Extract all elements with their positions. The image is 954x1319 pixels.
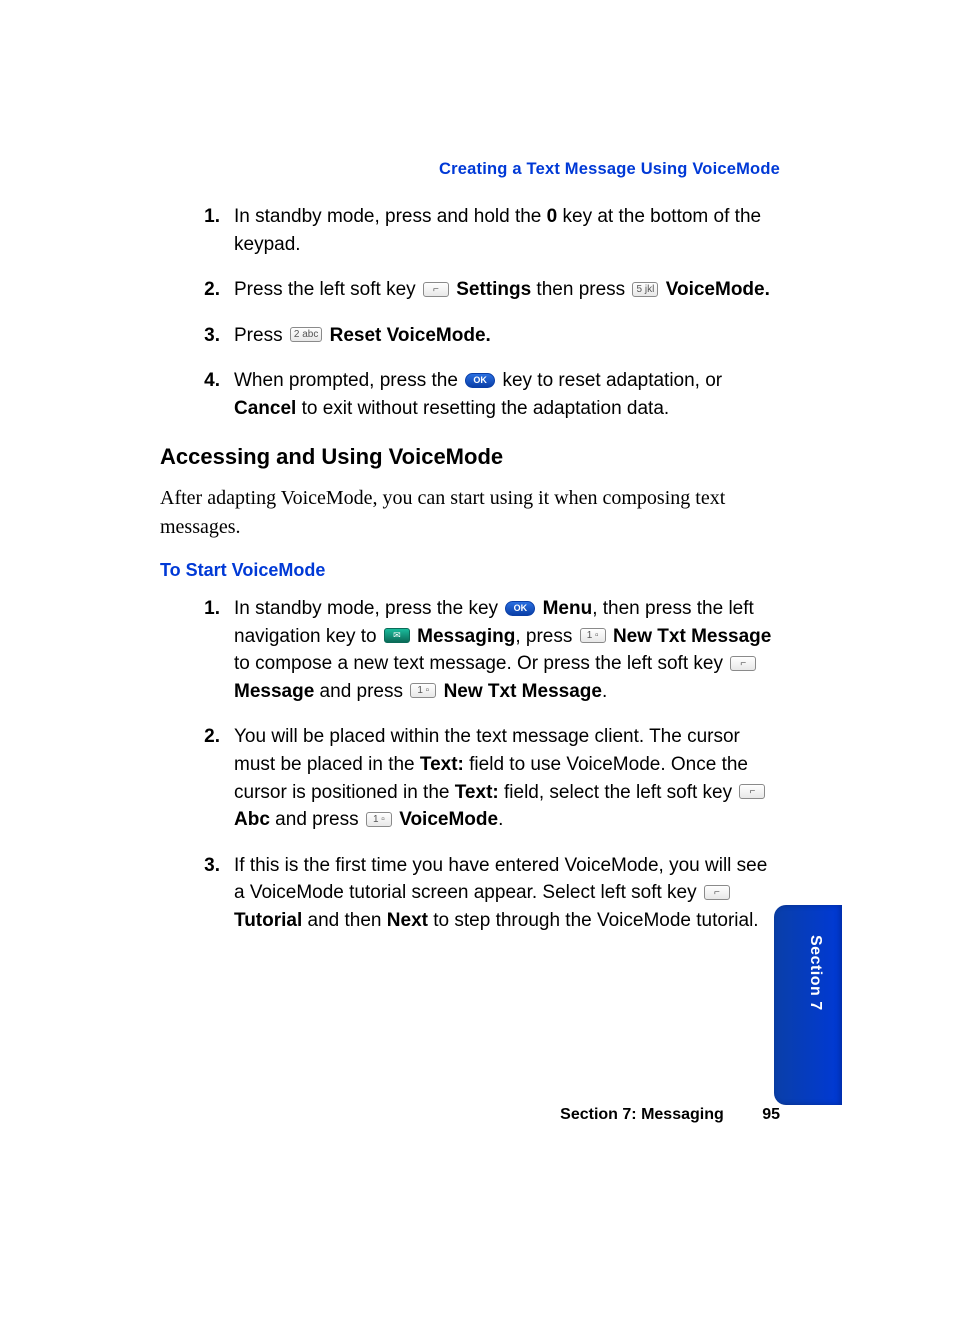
intro-paragraph: After adapting VoiceMode, you can start …: [160, 484, 780, 542]
bold-text: Tutorial: [234, 910, 302, 931]
running-header: Creating a Text Message Using VoiceMode: [160, 160, 780, 179]
step-b3: 3. If this is the first time you have en…: [160, 852, 780, 935]
key-1-icon: 1 ▫: [410, 683, 436, 698]
bold-text: Cancel: [234, 398, 296, 419]
section-thumb-tab: Section 7: [774, 905, 842, 1105]
text: In standby mode, press and hold the: [234, 206, 547, 227]
step-a2: 2. Press the left soft key ⌐ Settings th…: [160, 276, 780, 304]
step-number: 1.: [160, 203, 234, 258]
bold-text: 0: [547, 206, 558, 227]
bold-text: Reset VoiceMode.: [330, 325, 491, 346]
text: Press the left soft key: [234, 279, 421, 300]
text: to compose a new text message. Or press …: [234, 653, 728, 674]
page-content: Creating a Text Message Using VoiceMode …: [160, 160, 780, 956]
step-body: Press the left soft key ⌐ Settings then …: [234, 276, 780, 304]
step-number: 3.: [160, 322, 234, 350]
text: When prompted, press the: [234, 370, 463, 391]
text: .: [602, 681, 607, 702]
step-number: 3.: [160, 852, 234, 935]
text: key to reset adaptation, or: [497, 370, 722, 391]
step-body: When prompted, press the OK key to reset…: [234, 367, 780, 422]
key-1-icon: 1 ▫: [366, 812, 392, 827]
text: In standby mode, press the key: [234, 598, 503, 619]
sub-heading: To Start VoiceMode: [160, 560, 780, 581]
key-1-icon: 1 ▫: [580, 628, 606, 643]
text: and press: [270, 809, 364, 830]
text: then press: [531, 279, 630, 300]
bold-text: Messaging: [417, 626, 515, 647]
step-body: If this is the first time you have enter…: [234, 852, 780, 935]
bold-text: Menu: [543, 598, 593, 619]
text: to exit without resetting the adaptation…: [296, 398, 669, 419]
page-footer: Section 7: Messaging 95: [160, 1106, 780, 1124]
page-number: 95: [762, 1106, 780, 1124]
step-a3: 3. Press 2 abc Reset VoiceMode.: [160, 322, 780, 350]
bold-text: Abc: [234, 809, 270, 830]
step-number: 2.: [160, 723, 234, 833]
text: to step through the VoiceMode tutorial.: [428, 910, 759, 931]
section-heading: Accessing and Using VoiceMode: [160, 444, 780, 470]
bold-text: VoiceMode.: [666, 279, 770, 300]
bold-text: Next: [387, 910, 428, 931]
key-2-icon: 2 abc: [290, 327, 322, 342]
step-number: 1.: [160, 595, 234, 705]
step-b2: 2. You will be placed within the text me…: [160, 723, 780, 833]
step-number: 4.: [160, 367, 234, 422]
bold-text: Settings: [456, 279, 531, 300]
steps-list-b: 1. In standby mode, press the key OK Men…: [160, 595, 780, 934]
step-number: 2.: [160, 276, 234, 304]
soft-key-icon: ⌐: [704, 885, 730, 900]
soft-key-icon: ⌐: [730, 656, 756, 671]
text: field, select the left soft key: [499, 782, 738, 803]
messaging-icon: ✉: [384, 628, 410, 643]
bold-text: New Txt Message: [444, 681, 602, 702]
soft-key-icon: ⌐: [423, 282, 449, 297]
ok-key-icon: OK: [465, 373, 495, 388]
step-a4: 4. When prompted, press the OK key to re…: [160, 367, 780, 422]
bold-text: Text:: [455, 782, 499, 803]
section-tab-label: Section 7: [806, 935, 824, 1011]
text: and then: [302, 910, 387, 931]
ok-key-icon: OK: [505, 601, 535, 616]
bold-text: Text:: [420, 754, 464, 775]
soft-key-icon: ⌐: [739, 784, 765, 799]
step-body: In standby mode, press the key OK Menu , …: [234, 595, 780, 705]
text: .: [498, 809, 503, 830]
text: If this is the first time you have enter…: [234, 855, 767, 904]
step-body: In standby mode, press and hold the 0 ke…: [234, 203, 780, 258]
step-body: Press 2 abc Reset VoiceMode.: [234, 322, 780, 350]
text: Press: [234, 325, 288, 346]
text: and press: [314, 681, 408, 702]
bold-text: New Txt Message: [613, 626, 771, 647]
text: , press: [515, 626, 577, 647]
bold-text: VoiceMode: [399, 809, 498, 830]
steps-list-a: 1. In standby mode, press and hold the 0…: [160, 203, 780, 422]
footer-section: Section 7: Messaging: [560, 1106, 724, 1123]
key-5-icon: 5 jkl: [632, 282, 658, 297]
step-a1: 1. In standby mode, press and hold the 0…: [160, 203, 780, 258]
step-b1: 1. In standby mode, press the key OK Men…: [160, 595, 780, 705]
step-body: You will be placed within the text messa…: [234, 723, 780, 833]
bold-text: Message: [234, 681, 314, 702]
